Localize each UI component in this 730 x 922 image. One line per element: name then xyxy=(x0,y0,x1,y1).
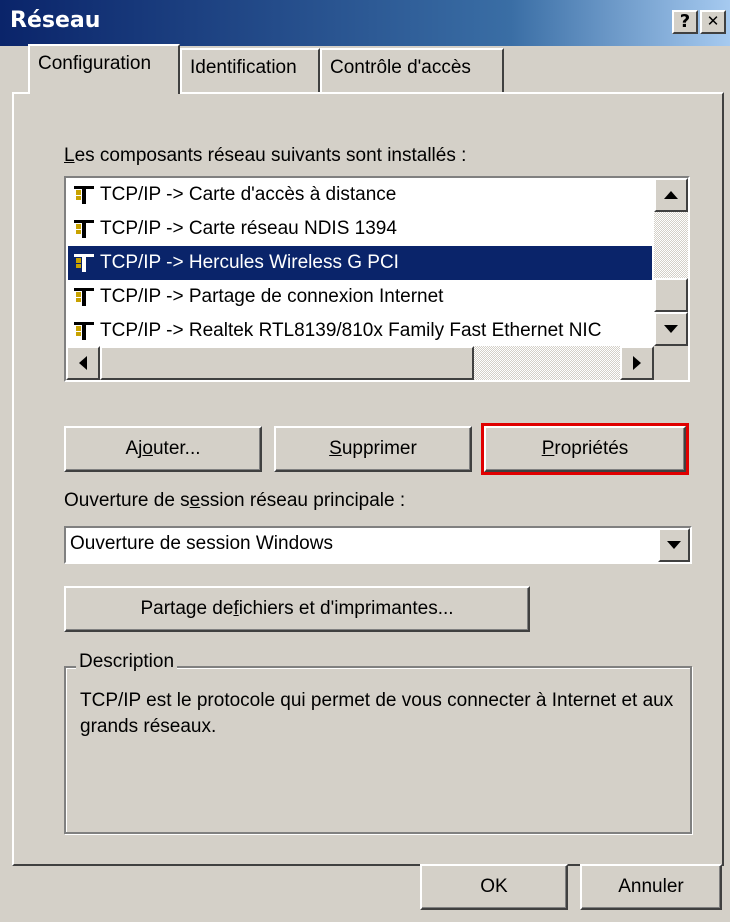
network-component-icon xyxy=(74,287,94,306)
scroll-down-button[interactable] xyxy=(654,312,688,346)
list-item[interactable]: TCP/IP -> Carte d'accès à distance xyxy=(68,178,652,212)
arrow-right-icon xyxy=(633,356,641,370)
logon-select-value: Ouverture de session Windows xyxy=(70,533,333,554)
arrow-left-icon xyxy=(79,356,87,370)
window-title: Réseau xyxy=(10,8,101,33)
components-listbox[interactable]: TCP/IP -> Carte d'accès à distance TCP/I… xyxy=(64,176,690,382)
add-button[interactable]: Aj o uter... xyxy=(64,426,262,472)
horizontal-scrollbar[interactable] xyxy=(66,346,654,380)
network-component-icon xyxy=(74,185,94,204)
logon-select[interactable]: Ouverture de session Windows xyxy=(64,526,692,564)
scroll-left-button[interactable] xyxy=(66,346,100,380)
scroll-up-button[interactable] xyxy=(654,178,688,212)
description-legend: Description xyxy=(76,651,178,673)
properties-button[interactable]: Propriétés xyxy=(481,423,689,475)
network-component-icon xyxy=(74,321,94,340)
network-dialog: Réseau ? ✕ Configuration Identification … xyxy=(0,0,730,922)
tab-access-control[interactable]: Contrôle d'accès xyxy=(320,48,504,92)
description-text: TCP/IP est le protocole qui permet de vo… xyxy=(80,690,674,737)
list-item[interactable]: TCP/IP -> Partage de connexion Internet xyxy=(68,280,652,314)
logon-dropdown-button[interactable] xyxy=(658,528,690,562)
vertical-scrollbar[interactable] xyxy=(654,178,688,346)
tab-configuration[interactable]: Configuration xyxy=(28,44,180,94)
chevron-down-icon xyxy=(667,541,681,549)
network-component-icon xyxy=(74,253,94,272)
title-bar[interactable]: Réseau ? ✕ xyxy=(0,0,730,46)
list-item[interactable]: TCP/IP -> Carte réseau NDIS 1394 xyxy=(68,212,652,246)
file-sharing-button[interactable]: Partage de f ichiers et d'imprimantes... xyxy=(64,586,530,632)
arrow-up-icon xyxy=(664,191,678,199)
help-button[interactable]: ? xyxy=(672,10,698,34)
scrollbar-corner xyxy=(654,346,688,380)
logon-label: Ouverture de session réseau principale : xyxy=(64,490,406,511)
list-item[interactable]: TCP/IP -> Realtek RTL8139/810x Family Fa… xyxy=(68,314,652,348)
close-button[interactable]: ✕ xyxy=(700,10,726,34)
scroll-thumb[interactable] xyxy=(100,346,474,380)
network-component-icon xyxy=(74,219,94,238)
list-item-selected[interactable]: TCP/IP -> Hercules Wireless G PCI xyxy=(68,246,652,280)
scroll-right-button[interactable] xyxy=(620,346,654,380)
ok-button[interactable]: OK xyxy=(420,864,568,910)
tab-identification[interactable]: Identification xyxy=(180,48,320,92)
arrow-down-icon xyxy=(664,325,678,333)
scroll-thumb[interactable] xyxy=(654,278,688,312)
components-label: Les composants réseau suivants sont inst… xyxy=(64,145,467,166)
remove-button[interactable]: Supprimer xyxy=(274,426,472,472)
cancel-button[interactable]: Annuler xyxy=(580,864,722,910)
